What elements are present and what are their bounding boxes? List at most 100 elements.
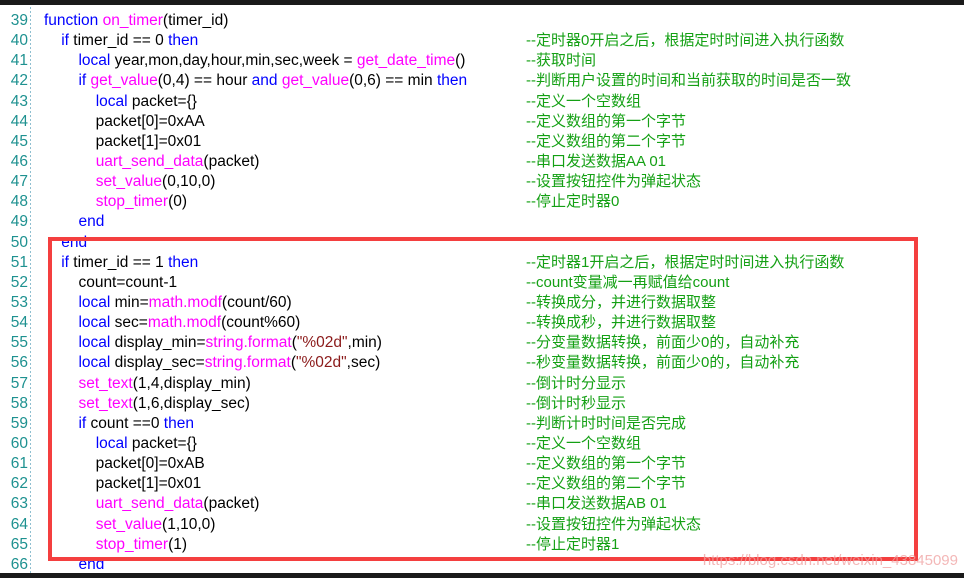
- code-token-plain: timer_id == 0: [73, 32, 169, 50]
- code-token-kw: end: [78, 555, 105, 573]
- code-line-text[interactable]: function on_timer(timer_id): [44, 11, 228, 31]
- code-comment: --转换成秒，并进行数据取整: [526, 314, 716, 332]
- code-line[interactable]: function on_timer(timer_id): [31, 11, 964, 31]
- code-line-text[interactable]: local packet={}: [44, 92, 197, 112]
- line-number: 44: [10, 112, 28, 130]
- line-number: 66: [10, 555, 28, 573]
- code-line-text[interactable]: local display_min=string.format("%02d",m…: [44, 333, 382, 353]
- line-number: 63: [10, 495, 28, 513]
- code-line[interactable]: set_value(0,10,0) --设置按钮控件为弹起状态: [31, 172, 964, 192]
- code-token-fn: stop_timer: [95, 535, 169, 553]
- code-token-kw: end: [61, 233, 88, 251]
- code-comment: --倒计时分显示: [526, 374, 626, 392]
- code-token-fn: get_value: [90, 72, 158, 90]
- code-line-text[interactable]: set_text(1,4,display_min): [44, 374, 251, 394]
- line-number: 60: [10, 434, 28, 452]
- code-line[interactable]: packet[0]=0xAB --定义数组的第一个字节: [31, 454, 964, 474]
- code-token-kw: end: [78, 213, 105, 231]
- code-line-text[interactable]: stop_timer(1): [44, 535, 187, 555]
- code-line-text[interactable]: local year,mon,day,hour,min,sec,week = g…: [44, 51, 465, 71]
- code-line[interactable]: set_value(1,10,0) --设置按钮控件为弹起状态: [31, 515, 964, 535]
- code-line[interactable]: uart_send_data(packet) --串口发送数据AB 01: [31, 494, 964, 514]
- code-line[interactable]: if get_value(0,4) == hour and get_value(…: [31, 71, 964, 91]
- code-line[interactable]: stop_timer(0) --停止定时器0: [31, 192, 964, 212]
- code-token-plain: (1,6,display_sec): [132, 394, 250, 412]
- code-line[interactable]: if timer_id == 1 then --定时器1开启之后，根据定时时间进入…: [31, 253, 964, 273]
- code-line-text[interactable]: local display_sec=string.format("%02d",s…: [44, 353, 380, 373]
- code-line-text[interactable]: packet[0]=0xAA: [44, 112, 205, 132]
- code-editor-screenshot: 39 40 41 42 43 44 45 46 47 48 49 50 51 52 53 54 55 56 57 58…: [0, 0, 964, 578]
- code-token-kw: if: [61, 32, 74, 50]
- code-line-text[interactable]: set_value(1,10,0): [44, 515, 216, 535]
- line-number: 51: [10, 253, 28, 271]
- code-line[interactable]: if timer_id == 0 then --定时器0开启之后，根据定时时间进入…: [31, 31, 964, 51]
- code-token-kw: local: [78, 354, 115, 372]
- code-line-text[interactable]: if timer_id == 1 then: [44, 253, 198, 273]
- code-line-text[interactable]: set_value(0,10,0): [44, 172, 216, 192]
- line-number: 57: [10, 374, 28, 392]
- code-line-text[interactable]: if get_value(0,4) == hour and get_value(…: [44, 71, 467, 91]
- code-comment: --串口发送数据AA 01: [526, 152, 667, 170]
- code-token-plain: (1,4,display_min): [132, 374, 251, 392]
- line-number: 61: [10, 455, 28, 473]
- code-line-text[interactable]: packet[1]=0x01: [44, 132, 202, 152]
- line-number: 47: [10, 173, 28, 191]
- code-line[interactable]: set_text(1,4,display_min) --倒计时分显示: [31, 374, 964, 394]
- code-token-kw: then: [163, 414, 194, 432]
- code-line-text[interactable]: packet[1]=0x01: [44, 474, 202, 494]
- code-token-plain: ,min): [347, 334, 382, 352]
- code-line[interactable]: local display_min=string.format("%02d",m…: [31, 333, 964, 353]
- code-line[interactable]: set_text(1,6,display_sec) --倒计时秒显示: [31, 394, 964, 414]
- code-line[interactable]: local year,mon,day,hour,min,sec,week = g…: [31, 51, 964, 71]
- code-token-fn: stop_timer: [95, 193, 169, 211]
- code-token-kw: and: [251, 72, 282, 90]
- code-line[interactable]: local min=math.modf(count/60) --转换成分，并进行数…: [31, 293, 964, 313]
- code-line-text[interactable]: end: [44, 212, 104, 232]
- code-area[interactable]: function on_timer(timer_id) if timer_id …: [31, 5, 964, 573]
- code-editor[interactable]: 39 40 41 42 43 44 45 46 47 48 49 50 51 52 53 54 55 56 57 58…: [0, 5, 964, 573]
- code-line-text[interactable]: local packet={}: [44, 434, 197, 454]
- code-line[interactable]: packet[0]=0xAA --定义数组的第一个字节: [31, 112, 964, 132]
- code-line-text[interactable]: uart_send_data(packet): [44, 152, 260, 172]
- code-line-text[interactable]: packet[0]=0xAB: [44, 454, 205, 474]
- code-token-kw: then: [168, 32, 199, 50]
- code-line[interactable]: count=count-1 --count变量减一再赋值给count: [31, 273, 964, 293]
- code-comment: --count变量减一再赋值给count: [526, 273, 730, 291]
- code-line-text[interactable]: if timer_id == 0 then: [44, 31, 198, 51]
- code-line[interactable]: end: [31, 212, 964, 232]
- watermark-url: https://blog.csdn.net/weixin_43845099: [702, 552, 958, 569]
- code-line-text[interactable]: local min=math.modf(count/60): [44, 293, 291, 313]
- code-line[interactable]: end: [31, 233, 964, 253]
- code-line-text[interactable]: uart_send_data(packet): [44, 494, 260, 514]
- code-line-text[interactable]: end: [44, 233, 87, 253]
- code-line-text[interactable]: if count ==0 then: [44, 414, 194, 434]
- code-line-text[interactable]: stop_timer(0): [44, 192, 187, 212]
- line-number: 59: [10, 414, 28, 432]
- line-number: 48: [10, 193, 28, 211]
- code-line[interactable]: packet[1]=0x01 --定义数组的第二个字节: [31, 474, 964, 494]
- line-number: 64: [10, 515, 28, 533]
- code-line[interactable]: local packet={} --定义一个空数组: [31, 434, 964, 454]
- code-token-str: "%02d": [296, 334, 348, 352]
- code-line-text[interactable]: end: [44, 555, 105, 573]
- code-token-kw: local: [78, 314, 115, 332]
- code-line[interactable]: local packet={} --定义一个空数组: [31, 92, 964, 112]
- code-token-kw: function: [44, 12, 103, 29]
- code-line[interactable]: packet[1]=0x01 --定义数组的第二个字节: [31, 132, 964, 152]
- code-line-text[interactable]: local sec=math.modf(count%60): [44, 313, 300, 333]
- code-line[interactable]: local sec=math.modf(count%60) --转换成秒，并进行数…: [31, 313, 964, 333]
- code-comment: --定义数组的第一个字节: [526, 455, 686, 473]
- code-line[interactable]: local display_sec=string.format("%02d",s…: [31, 353, 964, 373]
- code-line[interactable]: uart_send_data(packet) --串口发送数据AA 01: [31, 152, 964, 172]
- code-comment: --定义一个空数组: [526, 92, 641, 110]
- code-line-text[interactable]: set_text(1,6,display_sec): [44, 394, 250, 414]
- code-line-text[interactable]: count=count-1: [44, 273, 177, 293]
- code-line[interactable]: if count ==0 then --判断计时时间是否完成: [31, 414, 964, 434]
